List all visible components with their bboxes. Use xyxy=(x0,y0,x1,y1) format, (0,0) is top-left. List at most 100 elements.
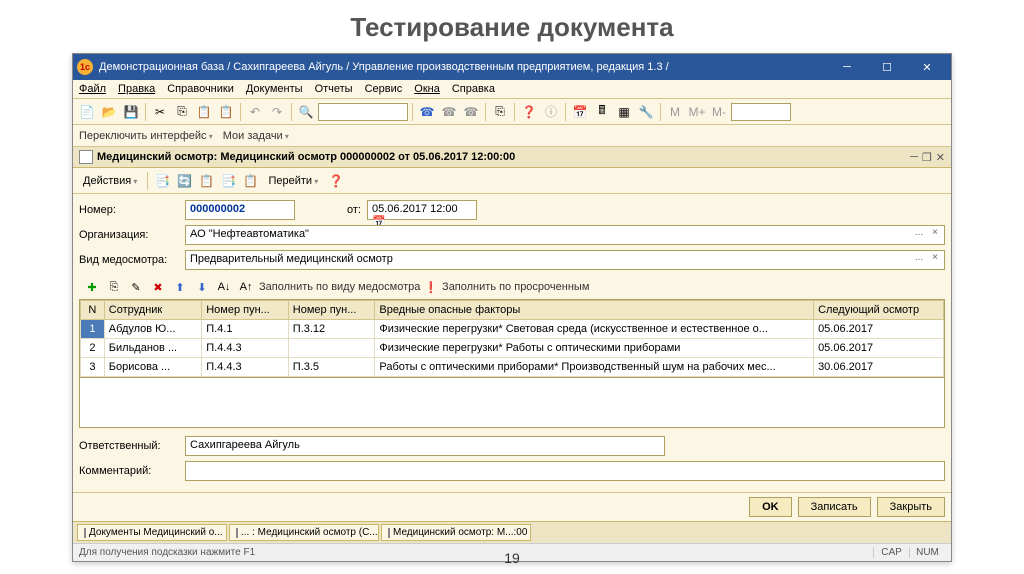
close-button[interactable]: ✕ xyxy=(907,54,947,80)
cut-icon[interactable]: ✂ xyxy=(150,102,170,122)
call3-icon[interactable]: ☎ xyxy=(461,102,481,122)
menu-documents[interactable]: Документы xyxy=(246,83,303,95)
move-up-icon[interactable]: ⬆ xyxy=(171,278,189,296)
org-clear-icon[interactable]: × xyxy=(928,227,942,238)
doc-post-icon[interactable]: 📑 xyxy=(218,171,238,191)
undo-icon[interactable]: ↶ xyxy=(245,102,265,122)
add-row-icon[interactable]: ✚ xyxy=(83,278,101,296)
date-input[interactable]: 05.06.2017 12:00 📅 xyxy=(367,200,477,220)
actions-dropdown[interactable]: Действия xyxy=(77,173,143,189)
grid-icon[interactable]: ▦ xyxy=(614,102,634,122)
col-next[interactable]: Следующий осмотр xyxy=(814,301,944,320)
number-input[interactable]: 000000002 xyxy=(185,200,295,220)
table-row[interactable]: 3Борисова ...П.4.4.3П.3.5Работы с оптиче… xyxy=(81,358,944,377)
slide-title: Тестирование документа xyxy=(0,12,1024,43)
calendar-icon[interactable]: 📅 xyxy=(570,102,590,122)
redo-icon[interactable]: ↷ xyxy=(267,102,287,122)
sort-desc-icon[interactable]: A↑ xyxy=(237,278,255,296)
menu-reports[interactable]: Отчеты xyxy=(315,83,353,95)
paste-icon[interactable]: 📋 xyxy=(194,102,214,122)
doc-struct-icon[interactable]: 📋 xyxy=(240,171,260,191)
tool-icon[interactable]: 🔧 xyxy=(636,102,656,122)
call-icon[interactable]: ☎ xyxy=(417,102,437,122)
responsible-label: Ответственный: xyxy=(79,440,179,452)
menu-catalogs[interactable]: Справочники xyxy=(167,83,234,95)
titlebar: 1с Демонстрационная база / Сахипгареева … xyxy=(73,54,951,80)
ok-button[interactable]: OK xyxy=(749,497,792,517)
mminus-icon[interactable]: M- xyxy=(709,102,729,122)
org-select-icon[interactable]: ... xyxy=(912,227,926,238)
status-hint: Для получения подсказки нажмите F1 xyxy=(79,547,873,558)
minimize-button[interactable]: ─ xyxy=(827,54,867,80)
col-point1[interactable]: Номер пун... xyxy=(202,301,289,320)
goto-dropdown[interactable]: Перейти xyxy=(262,173,324,189)
info-icon[interactable]: ⓘ xyxy=(541,102,561,122)
copy2-icon[interactable]: ⎘ xyxy=(490,102,510,122)
responsible-input[interactable]: Сахипгареева Айгуль xyxy=(185,436,665,456)
doc-help-icon[interactable]: ❓ xyxy=(326,171,346,191)
cap-indicator: CAP xyxy=(873,547,909,558)
call2-icon[interactable]: ☎ xyxy=(439,102,459,122)
switch-interface[interactable]: Переключить интерфейс xyxy=(79,130,213,142)
doc-refresh-icon[interactable]: 🔄 xyxy=(174,171,194,191)
sort-asc-icon[interactable]: A↓ xyxy=(215,278,233,296)
search-input[interactable] xyxy=(318,103,408,121)
col-factors[interactable]: Вредные опасные факторы xyxy=(375,301,814,320)
col-employee[interactable]: Сотрудник xyxy=(104,301,201,320)
cancel-button[interactable]: Закрыть xyxy=(877,497,945,517)
button-bar: OK Записать Закрыть xyxy=(73,492,951,521)
tab-1[interactable]: Документы Медицинский о... xyxy=(77,524,227,541)
menu-file[interactable]: Файл xyxy=(79,83,106,95)
delete-row-icon[interactable]: ✖ xyxy=(149,278,167,296)
type-clear-icon[interactable]: × xyxy=(928,252,942,263)
save-icon[interactable]: 💾 xyxy=(121,102,141,122)
mplus-icon[interactable]: M+ xyxy=(687,102,707,122)
table-row[interactable]: 2Бильданов ...П.4.4.3Физические перегруз… xyxy=(81,339,944,358)
calc-icon[interactable]: 🖩 xyxy=(592,102,612,122)
m-input[interactable] xyxy=(731,103,791,121)
copy-row-icon[interactable]: ⎘ xyxy=(105,278,123,296)
document-tab-header: Медицинский осмотр: Медицинский осмотр 0… xyxy=(73,147,951,168)
doc-back-icon[interactable]: 📑 xyxy=(152,171,172,191)
col-n[interactable]: N xyxy=(81,301,105,320)
fill-overdue-link[interactable]: Заполнить по просроченным xyxy=(442,281,589,293)
tab-icon xyxy=(236,528,238,538)
main-toolbar: 📄 📂 💾 ✂ ⎘ 📋 📋 ↶ ↷ 🔍 ☎ ☎ ☎ ⎘ ❓ ⓘ 📅 � xyxy=(73,99,951,125)
doc-minimize-icon[interactable]: ─ xyxy=(910,151,918,164)
menu-windows[interactable]: Окна xyxy=(414,83,440,95)
tab-3[interactable]: Медицинский осмотр: М...:00 xyxy=(381,524,531,541)
menubar: Файл Правка Справочники Документы Отчеты… xyxy=(73,80,951,99)
move-down-icon[interactable]: ⬇ xyxy=(193,278,211,296)
comment-input[interactable] xyxy=(185,461,945,481)
menu-service[interactable]: Сервис xyxy=(365,83,403,95)
m-icon[interactable]: M xyxy=(665,102,685,122)
type-label: Вид медосмотра: xyxy=(79,254,179,266)
fill-by-type-link[interactable]: Заполнить по виду медосмотра xyxy=(259,281,420,293)
copy-icon[interactable]: ⎘ xyxy=(172,102,192,122)
maximize-button[interactable]: ☐ xyxy=(867,54,907,80)
tab-2[interactable]: ... : Медицинский осмотр (С... xyxy=(229,524,379,541)
employees-grid[interactable]: N Сотрудник Номер пун... Номер пун... Вр… xyxy=(79,299,945,378)
new-icon[interactable]: 📄 xyxy=(77,102,97,122)
secondary-toolbar: Переключить интерфейс Мои задачи xyxy=(73,125,951,147)
open-icon[interactable]: 📂 xyxy=(99,102,119,122)
menu-help[interactable]: Справка xyxy=(452,83,495,95)
doc-sheet-icon[interactable]: 📋 xyxy=(196,171,216,191)
doc-restore-icon[interactable]: ❐ xyxy=(922,151,932,164)
comment-label: Комментарий: xyxy=(79,465,179,477)
search-icon[interactable]: 🔍 xyxy=(296,102,316,122)
table-row[interactable]: 1Абдулов Ю...П.4.1П.3.12Физические перег… xyxy=(81,320,944,339)
org-label: Организация: xyxy=(79,229,179,241)
edit-row-icon[interactable]: ✎ xyxy=(127,278,145,296)
save-button[interactable]: Записать xyxy=(798,497,871,517)
my-tasks[interactable]: Мои задачи xyxy=(223,130,289,142)
col-point2[interactable]: Номер пун... xyxy=(288,301,375,320)
org-input[interactable]: АО "Нефтеавтоматика" ...× xyxy=(185,225,945,245)
doc-close-icon[interactable]: ✕ xyxy=(936,151,945,164)
type-select-icon[interactable]: ... xyxy=(912,252,926,263)
type-input[interactable]: Предварительный медицинский осмотр ...× xyxy=(185,250,945,270)
tab-icon xyxy=(84,528,86,538)
menu-edit[interactable]: Правка xyxy=(118,83,155,95)
clipboard-icon[interactable]: 📋 xyxy=(216,102,236,122)
help-icon[interactable]: ❓ xyxy=(519,102,539,122)
